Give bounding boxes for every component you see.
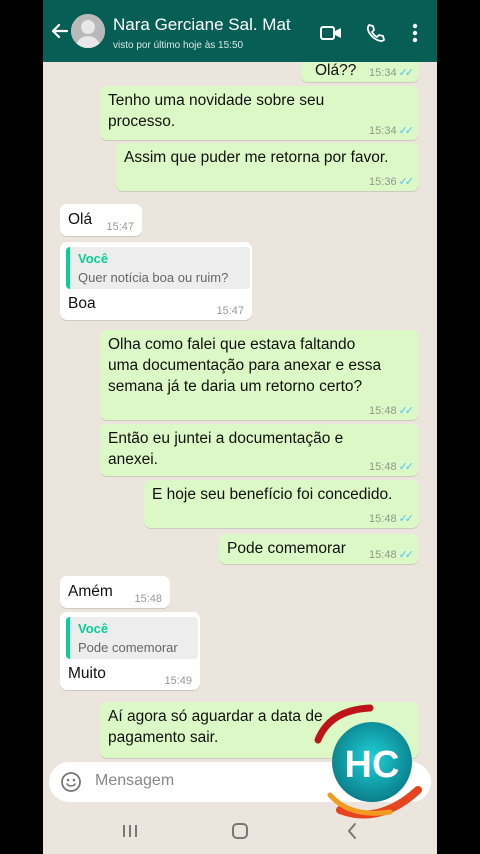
outgoing-message[interactable]: E hoje seu benefício foi concedido. 15:4… xyxy=(144,480,419,528)
message-time: 15:34 xyxy=(369,125,397,137)
double-check-icon: ✓✓ xyxy=(398,513,415,525)
double-check-icon: ✓✓ xyxy=(398,405,415,417)
message-meta: 15:34 ✓✓ xyxy=(369,124,415,137)
incoming-message[interactable]: Olá 15:47 xyxy=(60,204,142,236)
incoming-reply-message[interactable]: Você Pode comemorar Muito 15:49 xyxy=(60,612,200,690)
message-time: 15:48 xyxy=(369,405,397,417)
double-check-icon: ✓✓ xyxy=(398,176,415,188)
message-time: 15:48 xyxy=(134,593,162,605)
outgoing-message[interactable]: Assim que puder me retorna por favor. 15… xyxy=(116,143,419,191)
avatar[interactable] xyxy=(71,14,105,48)
incoming-message[interactable]: Amém 15:48 xyxy=(60,576,170,608)
message-meta: 15:34 ✓✓ xyxy=(369,66,415,79)
message-text: Assim que puder me retorna por favor. xyxy=(124,149,389,166)
quote-text: Quer notícia boa ou ruim? xyxy=(78,270,229,285)
nav-back-icon[interactable] xyxy=(337,818,367,844)
quote-author: Você xyxy=(78,251,109,266)
message-list[interactable]: Olá?? 15:34 ✓✓ Tenho uma novidade sobre s… xyxy=(43,62,437,762)
double-check-icon: ✓✓ xyxy=(398,461,415,473)
double-check-icon: ✓✓ xyxy=(398,125,415,137)
more-vert-icon[interactable] xyxy=(405,20,425,46)
message-text: Então eu juntei a documentação e anexei. xyxy=(108,430,344,468)
phone-icon[interactable] xyxy=(363,20,387,46)
outgoing-message[interactable]: Então eu juntei a documentação e anexei.… xyxy=(100,424,419,476)
message-meta: 15:48 ✓✓ xyxy=(369,548,415,561)
message-time: 15:47 xyxy=(106,221,134,233)
message-time: 15:48 xyxy=(369,461,397,473)
message-time: 15:36 xyxy=(369,176,397,188)
double-check-icon: ✓✓ xyxy=(398,549,415,561)
message-time: 15:49 xyxy=(164,675,192,687)
message-text: E hoje seu benefício foi concedido. xyxy=(152,486,393,503)
message-time: 15:47 xyxy=(216,305,244,317)
message-text: Tenho uma novidade sobre seu processo. xyxy=(108,92,325,130)
emoji-icon[interactable] xyxy=(59,770,83,794)
quoted-message[interactable]: Você Quer notícia boa ou ruim? xyxy=(66,247,250,289)
message-text: Olá?? xyxy=(315,62,357,79)
message-text: Aí agora só aguardar a data de pagamento… xyxy=(108,708,323,746)
outgoing-message[interactable]: Pode comemorar 15:48 ✓✓ xyxy=(219,534,419,564)
message-meta: 15:36 ✓✓ xyxy=(369,175,415,188)
message-time: 15:48 xyxy=(369,513,397,525)
contact-name[interactable]: Nara Gerciane Sal. Mat xyxy=(113,15,291,35)
logo-text: HC xyxy=(345,744,400,786)
double-check-icon: ✓✓ xyxy=(398,67,415,79)
outgoing-message[interactable]: Olá?? 15:34 ✓✓ xyxy=(301,62,419,82)
message-text: Olá xyxy=(68,211,93,228)
nav-home-icon[interactable] xyxy=(225,818,255,844)
message-meta: 15:48 ✓✓ xyxy=(369,404,415,417)
video-call-icon[interactable] xyxy=(318,20,344,46)
quoted-message[interactable]: Você Pode comemorar xyxy=(66,617,198,659)
message-input[interactable]: Mensagem xyxy=(95,772,174,790)
outgoing-message[interactable]: Tenho uma novidade sobre seu processo. 1… xyxy=(100,86,419,140)
message-time: 15:34 xyxy=(369,67,397,79)
message-text: Olha como falei que estava faltando uma … xyxy=(108,336,382,395)
message-time: 15:48 xyxy=(369,549,397,561)
outgoing-message[interactable]: Olha como falei que estava faltando uma … xyxy=(100,330,419,420)
message-text: Muito xyxy=(68,665,106,682)
message-text: Boa xyxy=(68,295,96,312)
back-arrow-icon[interactable] xyxy=(49,18,71,44)
watermark-logo: HC xyxy=(314,704,422,819)
message-text: Pode comemorar xyxy=(227,540,346,557)
quote-text: Pode comemorar xyxy=(78,640,178,655)
nav-recents-icon[interactable] xyxy=(115,818,145,844)
message-text: Amém xyxy=(68,583,113,600)
chat-header: Nara Gerciane Sal. Mat visto por último … xyxy=(43,0,437,62)
quote-author: Você xyxy=(78,621,109,636)
message-meta: 15:48 ✓✓ xyxy=(369,460,415,473)
incoming-reply-message[interactable]: Você Quer notícia boa ou ruim? Boa 15:47 xyxy=(60,242,252,320)
message-meta: 15:48 ✓✓ xyxy=(369,512,415,525)
last-seen-status: visto por último hoje às 15:50 xyxy=(113,40,244,51)
